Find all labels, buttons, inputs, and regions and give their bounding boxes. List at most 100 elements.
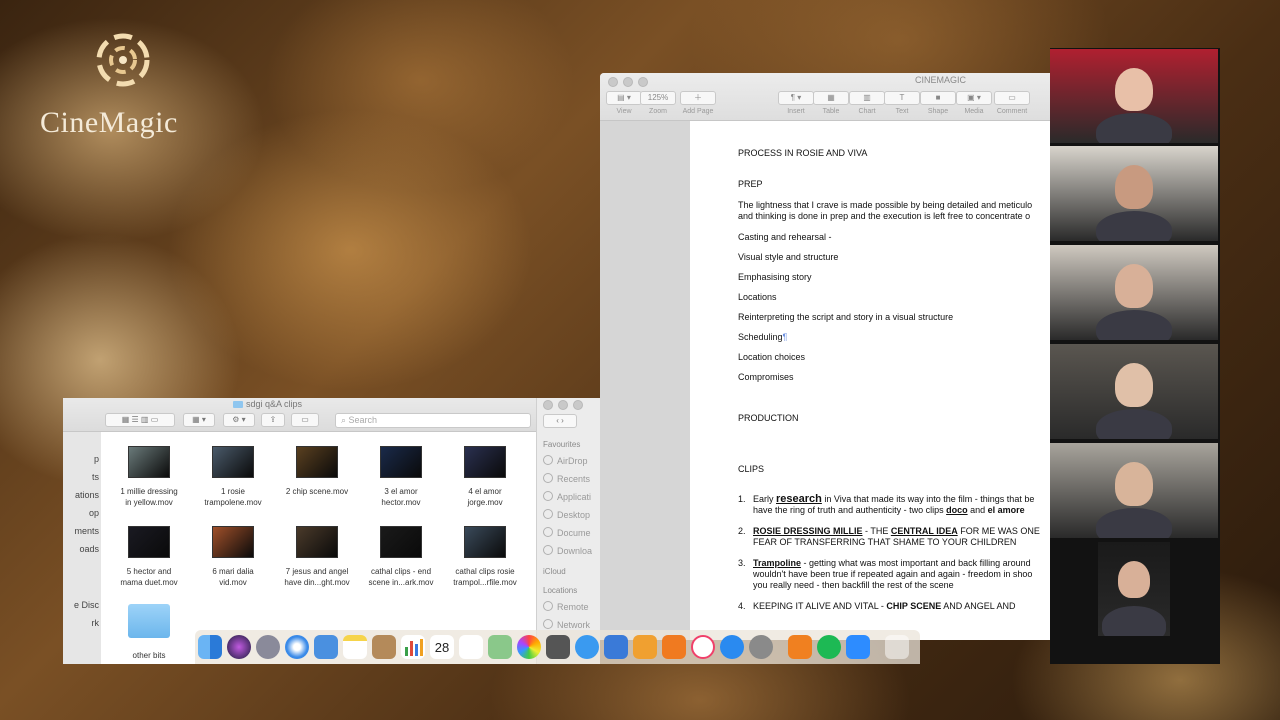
sidebar-item-airdrop[interactable]: AirDrop — [543, 455, 588, 466]
sidebar-fragment[interactable]: ations — [75, 490, 99, 500]
file-item[interactable]: 1 rosie trampolene.mov — [191, 446, 275, 508]
system-preferences-icon[interactable] — [749, 635, 773, 659]
file-item[interactable]: 4 el amor jorge.mov — [443, 446, 527, 508]
file-item[interactable]: 6 mari dalia vid.mov — [191, 526, 275, 588]
mail-icon[interactable] — [314, 635, 338, 659]
search-input[interactable]: ⌕ Search — [335, 413, 531, 428]
participant-video[interactable] — [1050, 49, 1218, 143]
view-button[interactable]: ▤ ▾ View — [606, 91, 642, 115]
notes-icon[interactable] — [343, 635, 367, 659]
media-button[interactable]: ▣ ▾ Media — [956, 91, 992, 115]
video-thumbnail — [212, 446, 254, 478]
safari-icon[interactable] — [285, 635, 309, 659]
participant-face — [1115, 264, 1153, 308]
zoom-icon[interactable] — [846, 635, 870, 659]
launchpad-icon[interactable] — [256, 635, 280, 659]
comment-button[interactable]: ▭ Comment — [994, 91, 1030, 115]
participant-video[interactable] — [1050, 146, 1218, 241]
action-gear-icon[interactable]: ⚙ ▾ — [223, 413, 255, 427]
folder-item[interactable]: other bits — [107, 604, 191, 661]
cinemagic-logo: CineMagic — [38, 28, 213, 143]
sidebar-fragment[interactable]: p — [94, 454, 99, 464]
file-item[interactable]: 3 el amor hector.mov — [359, 446, 443, 508]
sidebar-item-downloads[interactable]: Downloa — [543, 545, 592, 556]
sidebar-fragment[interactable]: oads — [79, 544, 99, 554]
sidebar-item-recents[interactable]: Recents — [543, 473, 590, 484]
file-item[interactable]: cathal clips rosie trampol...rfile.mov — [443, 526, 527, 588]
close-button[interactable] — [543, 400, 553, 410]
file-item[interactable]: cathal clips - end scene in...ark.mov — [359, 526, 443, 588]
table-icon: ▦ — [813, 91, 849, 105]
participant-video[interactable] — [1098, 542, 1170, 636]
window-controls — [608, 77, 648, 87]
table-button[interactable]: ▦ Table — [813, 91, 849, 115]
music-icon[interactable] — [691, 635, 715, 659]
video-thumbnail — [380, 446, 422, 478]
reminders-icon[interactable] — [459, 635, 483, 659]
shape-button[interactable]: ■ Shape — [920, 91, 956, 115]
doc-intro-line: The lightness that I crave is made possi… — [738, 200, 1033, 210]
zoom-window-button[interactable] — [638, 77, 648, 87]
sidebar-fragment[interactable]: rk — [92, 618, 100, 628]
tag-icon[interactable]: ▭ — [291, 413, 319, 427]
sidebar-item-remote[interactable]: Remote — [543, 601, 589, 612]
participant-face — [1117, 560, 1151, 599]
app-store-icon[interactable] — [720, 635, 744, 659]
spotify-icon[interactable] — [817, 635, 841, 659]
file-item[interactable]: 1 millie dressing in yellow.mov — [107, 446, 191, 508]
doc-intro-line: and thinking is done in prep and the exe… — [738, 211, 1031, 221]
messages-icon[interactable] — [575, 635, 599, 659]
participant-body — [1096, 309, 1172, 340]
sidebar-item-network[interactable]: Network — [543, 619, 590, 630]
maps-icon[interactable] — [488, 635, 512, 659]
file-item[interactable]: 2 chip scene.mov — [275, 446, 359, 497]
media-icon: ▣ ▾ — [956, 91, 992, 105]
close-button[interactable] — [608, 77, 618, 87]
sidebar-fragment[interactable]: ments — [74, 526, 99, 536]
add-page-button[interactable]: ＋ Add Page — [680, 91, 716, 115]
insert-button[interactable]: ¶ ▾ Insert — [778, 91, 814, 115]
sidebar-fragment[interactable]: op — [89, 508, 99, 518]
chart-button[interactable]: ▥ Chart — [849, 91, 885, 115]
photos-icon[interactable] — [517, 635, 541, 659]
participant-video[interactable] — [1050, 344, 1218, 439]
share-icon[interactable]: ⇪ — [261, 413, 285, 427]
participant-face — [1115, 462, 1153, 506]
sidebar-item-documents[interactable]: Docume — [543, 527, 591, 538]
add-page-icon: ＋ — [680, 91, 716, 105]
zoom-window-button[interactable] — [573, 400, 583, 410]
group-button[interactable]: ▦ ▾ — [183, 413, 215, 427]
file-item[interactable]: 5 hector and mama duet.mov — [107, 526, 191, 588]
sidebar-fragment[interactable]: e Disc — [74, 600, 99, 610]
text-button[interactable]: T Text — [884, 91, 920, 115]
vlc-icon[interactable] — [788, 635, 812, 659]
file-item[interactable]: 7 jesus and angel have din...ght.mov — [275, 526, 359, 588]
participant-video[interactable] — [1050, 443, 1218, 538]
finder-icon[interactable] — [198, 635, 222, 659]
contacts-icon[interactable] — [372, 635, 396, 659]
back-forward-button[interactable]: ‹ › — [543, 414, 577, 428]
document-page[interactable]: PROCESS IN ROSIE AND VIVA PREP The light… — [690, 121, 1050, 640]
view-mode-segment[interactable]: ▦ ☰ ▥ ▭ — [105, 413, 175, 427]
trash-icon[interactable] — [885, 635, 909, 659]
video-thumbnail — [212, 526, 254, 558]
sidebar-item-desktop[interactable]: Desktop — [543, 509, 590, 520]
zoom-button[interactable]: 125% Zoom — [640, 91, 676, 115]
clips-list: 1. Early research in Viva that made its … — [738, 494, 1050, 612]
sidebar-fragment[interactable]: ts — [92, 472, 99, 482]
view-icon: ▤ ▾ — [606, 91, 642, 105]
minimize-button[interactable] — [623, 77, 633, 87]
doc-item: Emphasising story — [738, 272, 812, 282]
minimize-button[interactable] — [558, 400, 568, 410]
pages-icon[interactable] — [633, 635, 657, 659]
keynote-icon[interactable] — [604, 635, 628, 659]
numbers-icon[interactable] — [401, 635, 425, 659]
calendar-icon[interactable]: 28 — [430, 635, 454, 659]
siri-icon[interactable] — [227, 635, 251, 659]
disc-icon — [543, 601, 553, 611]
sidebar-item-applications[interactable]: Applicati — [543, 491, 591, 502]
books-icon[interactable] — [662, 635, 686, 659]
calculator-icon[interactable] — [546, 635, 570, 659]
dock: 28 — [195, 630, 920, 664]
participant-video[interactable] — [1050, 245, 1218, 340]
